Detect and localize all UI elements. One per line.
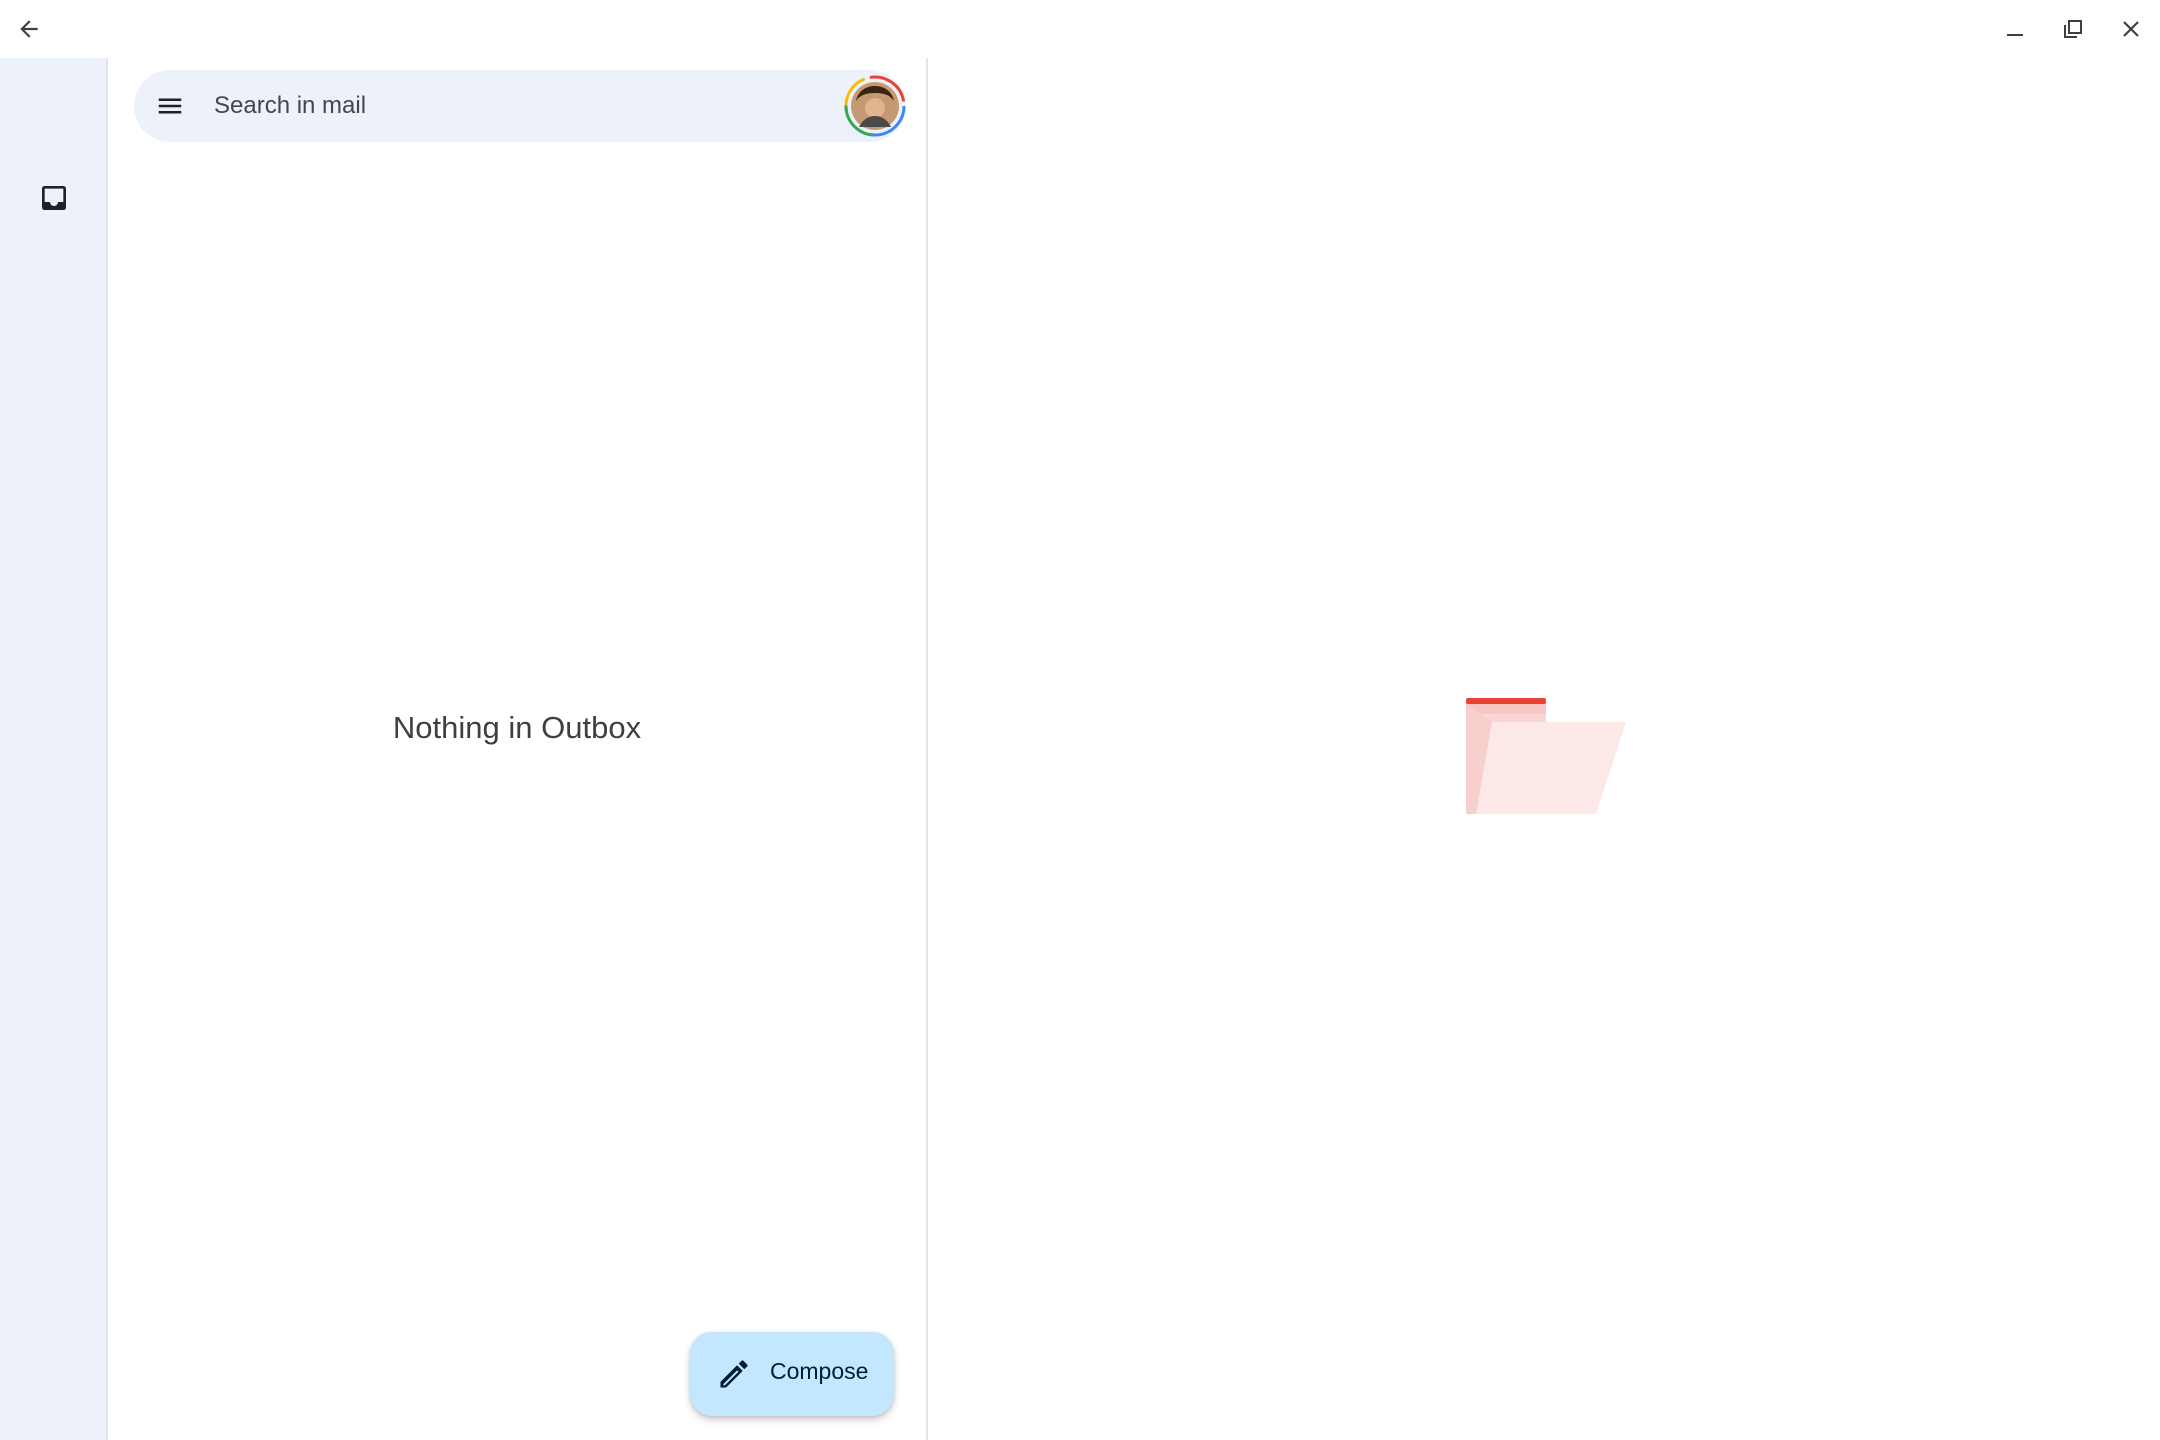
close-icon <box>2123 21 2139 37</box>
search-bar[interactable] <box>134 70 906 142</box>
account-avatar[interactable] <box>844 75 906 137</box>
avatar <box>844 75 906 137</box>
compose-button[interactable]: Compose <box>690 1332 894 1416</box>
window-titlebar <box>0 0 2160 58</box>
minimize-button[interactable] <box>1986 0 2044 58</box>
restore-icon <box>2064 20 2082 38</box>
restore-button[interactable] <box>2044 0 2102 58</box>
close-button[interactable] <box>2102 0 2160 58</box>
rail-item-inbox[interactable] <box>26 170 82 226</box>
empty-state-message: Nothing in Outbox <box>392 710 642 745</box>
pencil-icon <box>720 1360 748 1388</box>
navigation-rail <box>0 58 106 1440</box>
inbox-icon <box>42 186 66 210</box>
arrow-left-icon <box>20 20 38 38</box>
compose-label: Compose <box>770 1358 869 1384</box>
folder-icon <box>1466 698 1626 814</box>
search-input[interactable] <box>214 84 774 128</box>
minimize-icon <box>2007 34 2023 36</box>
main-menu-button[interactable] <box>146 82 194 130</box>
reading-pane <box>928 58 2160 1440</box>
mail-list-pane: Nothing in Outbox Compose <box>106 58 928 1440</box>
back-button[interactable] <box>0 0 58 58</box>
hamburger-menu-icon <box>158 98 182 114</box>
